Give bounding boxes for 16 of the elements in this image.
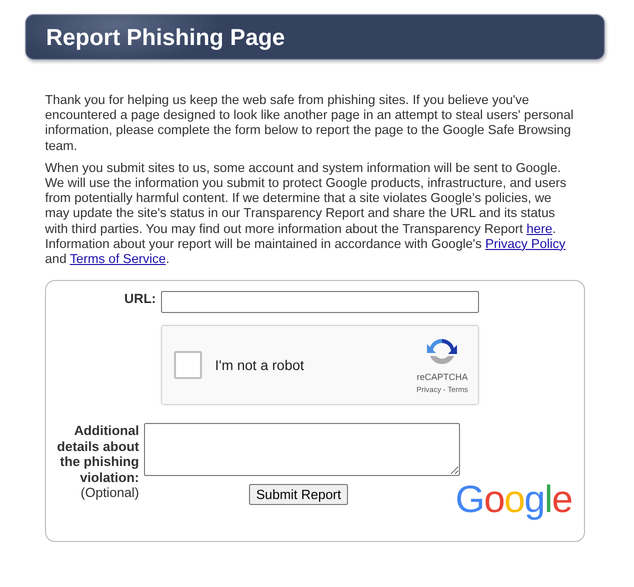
details-field[interactable] <box>144 423 460 476</box>
page-title: Report Phishing Page <box>46 24 285 50</box>
details-label: Additional details about the phishing violation: <box>56 423 140 486</box>
url-field[interactable] <box>161 291 479 314</box>
optional-label: (Optional) <box>80 485 140 501</box>
intro-paragraph: Thank you for helping us keep the web safe from phishing sites. If you believe you've encountered a page designed to look like another page in an attempt to steal users' personal information, please complete the form below to report the page to the Google Safe Browsing team. <box>45 92 574 153</box>
text-link[interactable]: Terms of Service <box>70 251 166 266</box>
captcha-checkbox[interactable] <box>174 351 202 380</box>
url-label: URL: <box>124 291 156 307</box>
recaptcha-brand: reCAPTCHA <box>416 372 468 382</box>
text-link[interactable]: here <box>526 220 552 236</box>
captcha-label: I'm not a robot <box>215 357 306 374</box>
intro-paragraph: When you submit sites to us, some account and system information will be sent to Google. We will use the information you submit to protect Google products, infrastructure, and users from potentially harmful content. If we determine that a site violates Google’s policies, we may update the site's status in our Transparency Report and share the URL and its status with third parties. You may find out more information about the Transparency Report here. Information about your report will be maintained in accordance with Google's Privacy Policy and Terms of Service. <box>45 160 568 266</box>
submit-button[interactable]: Submit Report <box>249 484 348 506</box>
text-link[interactable]: Privacy Policy <box>485 236 566 251</box>
google-logo: Google <box>455 479 572 522</box>
